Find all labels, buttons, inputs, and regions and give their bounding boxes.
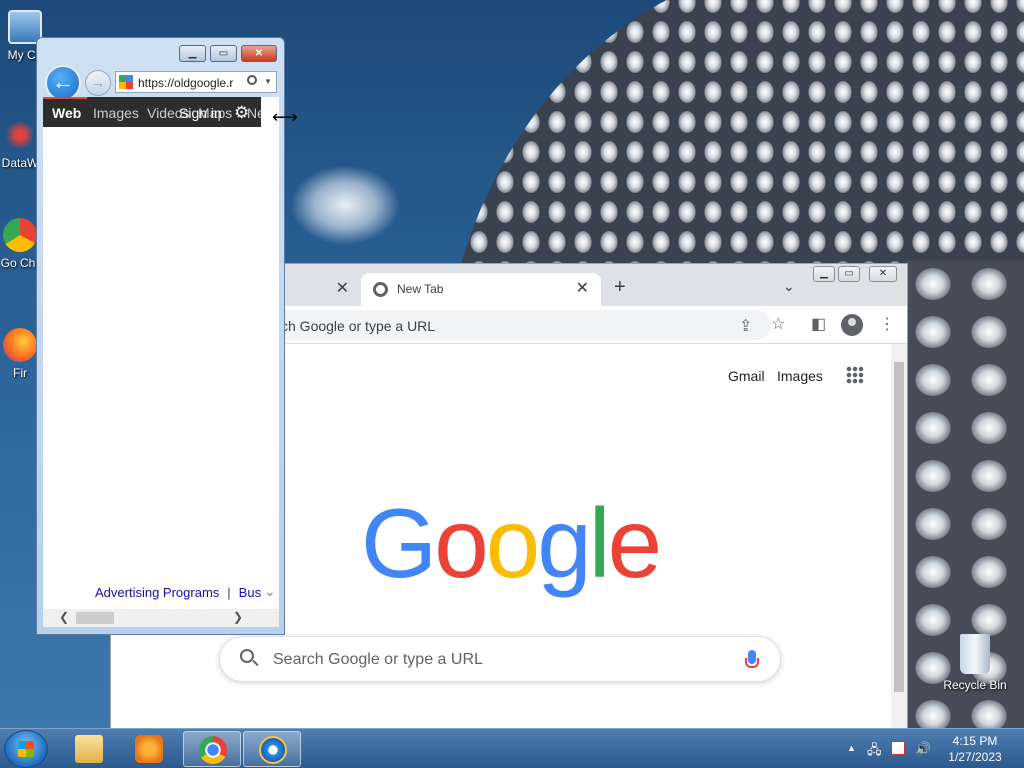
ie-address-bar[interactable]: https://oldgoogle.r ▼	[115, 71, 277, 93]
internet-explorer-icon	[259, 736, 287, 764]
footer-separator: |	[227, 585, 231, 600]
scroll-down-icon[interactable]: ⌄	[264, 583, 276, 600]
taskbar: ▲ 🖧 🔊 4:15 PM 1/27/2023	[0, 728, 1024, 768]
profile-avatar-icon[interactable]	[841, 314, 863, 336]
ie-footer-links: Advertising Programs | Bus	[95, 585, 261, 600]
chrome-tab-new-tab[interactable]: New Tab ✕	[361, 273, 601, 306]
chrome-vertical-scrollbar[interactable]	[891, 344, 907, 730]
clock-time[interactable]: 4:15 PM	[943, 734, 1007, 748]
ie-close-button[interactable]: ✕	[241, 45, 277, 62]
nav-images-link[interactable]: Images	[93, 105, 139, 121]
bookmark-star-icon[interactable]: ☆	[771, 314, 785, 334]
search-icon[interactable]	[247, 75, 257, 85]
internet-explorer-window: ▁ ▭ ✕ ← → https://oldgoogle.r ▼ Web Imag…	[36, 37, 285, 635]
chrome-maximize-button[interactable]: ▭	[838, 266, 860, 282]
google-chrome-icon	[3, 218, 37, 252]
nav-web-link[interactable]: Web	[43, 97, 88, 121]
taskbar-internet-explorer[interactable]	[243, 731, 301, 767]
chrome-favicon-icon	[373, 282, 388, 297]
desktop-icon-label: DataW	[1, 156, 39, 170]
ie-horizontal-scrollbar[interactable]: ❮ ❯	[43, 609, 279, 627]
taskbar-media-player[interactable]	[120, 731, 178, 767]
omnibox-placeholder: ch Google or type a URL	[281, 318, 436, 334]
ie-maximize-button[interactable]: ▭	[210, 45, 237, 62]
google-apps-icon[interactable]	[846, 366, 864, 384]
google-favicon-icon	[119, 75, 133, 89]
taskbar-file-explorer[interactable]	[60, 731, 118, 767]
google-search-box[interactable]: Search Google or type a URL	[219, 636, 781, 682]
ie-minimize-button[interactable]: ▁	[179, 45, 206, 62]
clock-date[interactable]: 1/27/2023	[943, 750, 1007, 764]
logo-letter: l	[588, 488, 611, 598]
gear-icon[interactable]: ⚙	[234, 103, 249, 123]
forward-arrow-icon[interactable]: →	[85, 70, 111, 96]
scroll-right-icon[interactable]: ❯	[233, 610, 243, 624]
logo-letter: G	[361, 488, 437, 598]
gmail-link[interactable]: Gmail	[728, 368, 765, 384]
ie-address-text: https://oldgoogle.r	[138, 76, 234, 90]
firefox-icon	[3, 328, 37, 362]
chrome-close-button[interactable]: ✕	[869, 266, 897, 282]
network-icon[interactable]: 🖧	[867, 741, 882, 763]
folder-icon	[75, 735, 103, 763]
scrollbar-thumb[interactable]	[76, 612, 114, 624]
close-tab-icon[interactable]: ✕	[336, 278, 349, 298]
desktop-icon-label: Recycle Bin	[943, 678, 1007, 692]
action-center-flag-icon[interactable]	[891, 741, 905, 755]
dropdown-arrow-icon[interactable]: ▼	[264, 77, 272, 86]
datawarehouse-icon	[3, 118, 37, 152]
search-placeholder: Search Google or type a URL	[273, 651, 483, 668]
system-tray: ▲ 🖧 🔊 4:15 PM 1/27/2023	[845, 729, 1024, 768]
logo-letter: o	[485, 488, 540, 598]
scrollbar-thumb[interactable]	[894, 362, 904, 692]
media-player-icon	[135, 735, 163, 763]
chrome-tab-title: New Tab	[397, 282, 444, 296]
google-chrome-icon	[199, 736, 227, 764]
nav-signin-link[interactable]: Sign in	[179, 105, 222, 121]
logo-letter: e	[607, 488, 662, 598]
start-button[interactable]	[4, 730, 48, 768]
logo-letter: g	[537, 488, 591, 598]
microphone-icon[interactable]	[745, 650, 759, 668]
google-top-navbar: Web Images Videos Maps Sign in Ne ⚙	[43, 97, 261, 127]
desktop-icon-firefox[interactable]: Fir	[0, 328, 40, 380]
desktop-icon-recycle-bin[interactable]: Recycle Bin	[942, 634, 1008, 692]
tab-search-chevron-icon[interactable]: ⌄	[783, 278, 795, 295]
images-link[interactable]: Images	[777, 368, 823, 384]
resize-cursor-icon: ⟷	[272, 107, 298, 127]
wallpaper-cloud	[290, 165, 400, 245]
scroll-left-icon[interactable]: ❮	[59, 610, 69, 624]
back-arrow-icon[interactable]: ←	[45, 65, 81, 101]
close-tab-icon[interactable]: ✕	[576, 278, 589, 298]
new-tab-button[interactable]: +	[614, 276, 626, 299]
volume-icon[interactable]: 🔊	[915, 741, 931, 757]
show-hidden-icons-icon[interactable]: ▲	[847, 743, 856, 753]
search-icon	[240, 649, 254, 663]
business-link[interactable]: Bus	[239, 585, 261, 600]
taskbar-chrome[interactable]	[183, 731, 241, 767]
chrome-menu-icon[interactable]: ⋮	[879, 314, 895, 334]
share-icon[interactable]: ⇪	[739, 316, 752, 336]
chrome-minimize-button[interactable]: ▁	[813, 266, 835, 282]
desktop-icon-label: Go Chr	[0, 256, 40, 270]
advertising-programs-link[interactable]: Advertising Programs	[95, 585, 219, 600]
desktop-icon-label: Fir	[13, 366, 27, 380]
ie-vertical-scrollbar[interactable]: ⌄	[261, 127, 279, 613]
logo-letter: o	[434, 488, 488, 598]
recycle-bin-icon	[960, 634, 990, 674]
ie-page-content: Web Images Videos Maps Sign in Ne ⚙ Adve…	[43, 97, 279, 627]
side-panel-icon[interactable]: ◧	[811, 314, 826, 334]
desktop-icon-google-chrome[interactable]: Go Chr	[0, 218, 40, 270]
desktop-icon-datawarehouse[interactable]: DataW	[0, 118, 40, 170]
google-logo: Google	[361, 494, 662, 592]
